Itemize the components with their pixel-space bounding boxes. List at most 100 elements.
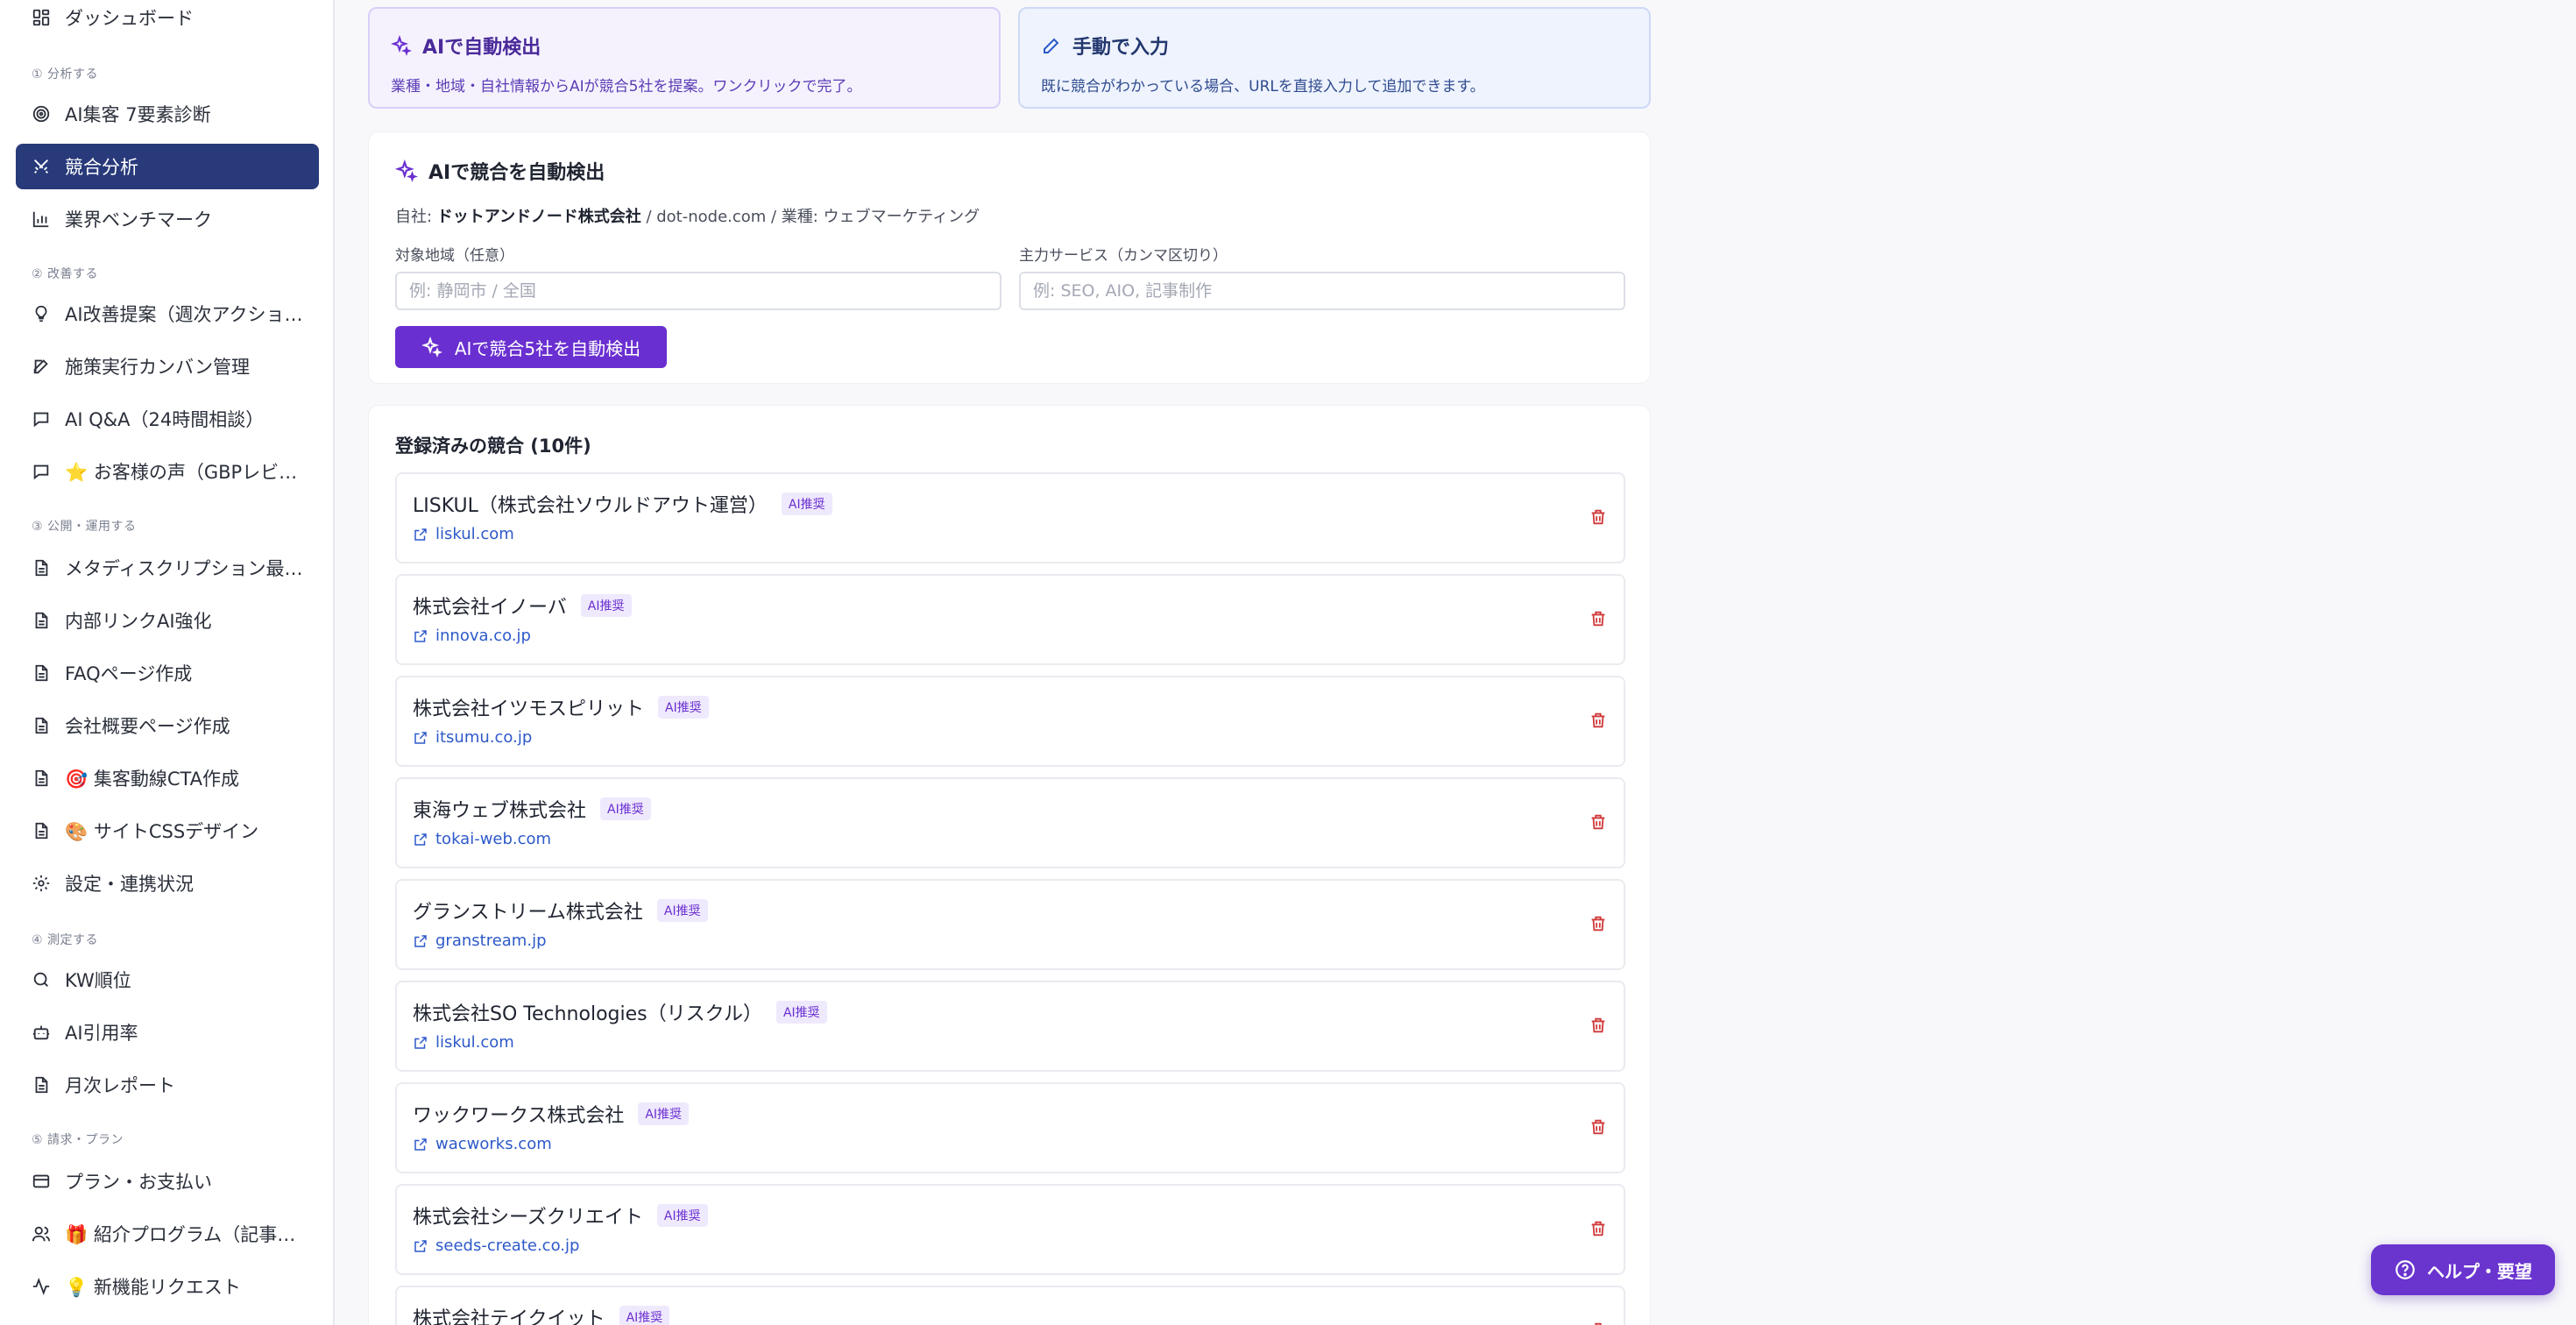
sidebar-item-reviews[interactable]: ⭐ お客様の声（GBPレビュー） xyxy=(16,449,319,494)
delete-button[interactable] xyxy=(1589,1016,1608,1038)
message-icon xyxy=(33,412,49,428)
competitor-name: 株式会社イノーバ xyxy=(413,597,567,619)
competitor-link[interactable]: seeds-create.co.jp xyxy=(413,1236,579,1255)
sidebar-item-company-page[interactable]: 会社概要ページ作成 xyxy=(16,703,319,748)
competitor-name: ワックワークス株式会社 xyxy=(413,1105,625,1127)
competitor-link[interactable]: liskul.com xyxy=(413,1033,514,1052)
pencil-icon xyxy=(1044,38,1059,53)
delete-button[interactable] xyxy=(1589,812,1608,835)
sidebar-item-ai-diagnosis[interactable]: AI集客 7要素診断 xyxy=(16,91,319,137)
sidebar-item-internal-links[interactable]: 内部リンクAI強化 xyxy=(16,598,319,643)
gear-icon xyxy=(32,875,50,892)
lightbulb-icon xyxy=(35,305,47,322)
trash-icon xyxy=(1591,611,1605,627)
ai-recommended-badge: AI推奨 xyxy=(600,797,651,820)
external-link-icon xyxy=(414,528,427,541)
delete-button[interactable] xyxy=(1589,914,1608,937)
sidebar-item-label: AI改善提案（週次アクション） xyxy=(65,304,307,325)
ai-recommended-badge: AI推奨 xyxy=(781,492,832,515)
delete-button[interactable] xyxy=(1589,609,1608,632)
ai-recommended-badge: AI推奨 xyxy=(656,1204,708,1227)
manual-input-option-title: 手動で入力 xyxy=(1072,37,1170,59)
delete-button[interactable] xyxy=(1589,1321,1608,1325)
trash-icon xyxy=(1591,1221,1605,1236)
external-link-icon xyxy=(414,731,427,744)
sidebar-item-ai-citation[interactable]: AI引用率 xyxy=(16,1010,319,1055)
sidebar-item-label: AI集客 7要素診断 xyxy=(65,104,211,125)
competitor-link[interactable]: innova.co.jp xyxy=(413,627,531,645)
competitor-link[interactable]: wacworks.com xyxy=(413,1135,552,1153)
ai-recommended-badge: AI推奨 xyxy=(619,1306,670,1325)
sidebar-item-monthly-report[interactable]: 月次レポート xyxy=(16,1062,319,1108)
help-button[interactable]: ヘルプ・要望 xyxy=(2371,1244,2555,1295)
sidebar-item-faq-page[interactable]: FAQページ作成 xyxy=(16,650,319,696)
competitor-link[interactable]: liskul.com xyxy=(413,525,514,543)
sidebar-item-ai-improvement[interactable]: AI改善提案（週次アクション） xyxy=(16,291,319,337)
competitor-url: wacworks.com xyxy=(435,1135,552,1153)
target-icon xyxy=(32,105,50,123)
auto-detect-option-title: AIで自動検出 xyxy=(422,37,541,59)
sidebar-item-plan[interactable]: プラン・お支払い xyxy=(16,1158,319,1204)
sidebar-item-label: 月次レポート xyxy=(65,1075,175,1096)
help-circle-icon xyxy=(2396,1260,2415,1279)
trash-icon xyxy=(1591,509,1605,525)
sidebar-item-css-design[interactable]: 🎨 サイトCSSデザイン xyxy=(16,808,319,854)
competitor-name: 株式会社テイクイット xyxy=(413,1308,605,1325)
sidebar-item-kw-rank[interactable]: KW順位 xyxy=(16,957,319,1003)
external-link-icon xyxy=(414,1036,427,1049)
meta-details: / dot-node.com / 業種: ウェブマーケティング xyxy=(640,208,980,226)
sidebar-item-dashboard[interactable]: ダッシュボード xyxy=(16,0,319,40)
sidebar-item-referral[interactable]: 🎁 紹介プログラム（記事1本無料） xyxy=(16,1211,319,1257)
region-input[interactable] xyxy=(395,272,1001,310)
competitor-url: tokai-web.com xyxy=(435,830,552,848)
delete-button[interactable] xyxy=(1589,711,1608,733)
sidebar-item-benchmark[interactable]: 業界ベンチマーク xyxy=(16,196,319,242)
trash-icon xyxy=(1591,814,1605,830)
competitor-list-title: 登録済みの競合 (10件) xyxy=(395,436,591,457)
sidebar-item-label: ダッシュボード xyxy=(65,8,194,29)
document-icon xyxy=(35,1076,48,1094)
document-icon xyxy=(35,822,48,840)
sidebar-section-measure: ④ 測定する xyxy=(32,933,99,947)
delete-button[interactable] xyxy=(1589,507,1608,530)
service-input[interactable] xyxy=(1019,272,1625,310)
competitor-link[interactable]: tokai-web.com xyxy=(413,830,551,848)
sidebar-item-ai-qa[interactable]: AI Q&A（24時間相談） xyxy=(16,396,319,442)
auto-detect-button[interactable]: AIで競合5社を自動検出 xyxy=(395,326,667,368)
sidebar-item-feature-request[interactable]: 💡 新機能リクエスト xyxy=(16,1264,319,1309)
sidebar-item-kanban[interactable]: 施策実行カンバン管理 xyxy=(16,344,319,389)
competitor-link[interactable]: itsumu.co.jp xyxy=(413,728,532,747)
sparkles-icon xyxy=(395,159,418,182)
competitor-url: liskul.com xyxy=(435,525,514,543)
auto-detect-option-card[interactable]: AIで自動検出 業種・地域・自社情報からAIが競合5社を提案。ワンクリックで完了… xyxy=(368,7,1001,109)
manual-input-option-desc: 既に競合がわかっている場合、URLを直接入力して追加できます。 xyxy=(1041,78,1485,96)
swords-icon xyxy=(34,159,48,174)
competitor-name-line: 株式会社イノーバ AI推奨 xyxy=(413,592,632,620)
company-meta: 自社: ドットアンドノード株式会社 / dot-node.com / 業種: ウ… xyxy=(395,204,1624,227)
sidebar-item-label: 設定・連携状況 xyxy=(65,874,194,895)
competitor-url: innova.co.jp xyxy=(435,627,531,645)
delete-button[interactable] xyxy=(1589,1219,1608,1242)
ai-recommended-badge: AI推奨 xyxy=(580,594,632,617)
sparkles-icon xyxy=(421,337,442,358)
trash-icon xyxy=(1591,916,1605,932)
sidebar-item-meta-description[interactable]: メタディスクリプション最適化 xyxy=(16,545,319,591)
ai-detect-title: AIで競合を自動検出 xyxy=(428,162,605,184)
ai-recommended-badge: AI推奨 xyxy=(638,1102,690,1125)
competitor-name-line: 東海ウェブ株式会社 AI推奨 xyxy=(413,795,651,823)
region-label: 対象地域（任意） xyxy=(395,247,514,265)
sidebar-item-label: 会社概要ページ作成 xyxy=(65,716,230,737)
competitor-link[interactable]: granstream.jp xyxy=(413,932,547,950)
ai-detect-card: AIで競合を自動検出 自社: ドットアンドノード株式会社 / dot-node.… xyxy=(368,131,1651,384)
sidebar-item-label: 競合分析 xyxy=(65,157,138,178)
sidebar-item-competitor-analysis[interactable]: 競合分析 xyxy=(16,144,319,189)
competitor-row: 株式会社SO Technologies（リスクル） AI推奨 liskul.com xyxy=(395,981,1625,1072)
delete-button[interactable] xyxy=(1589,1117,1608,1140)
sidebar-section-improve: ② 改善する xyxy=(32,267,99,281)
document-icon xyxy=(35,664,48,682)
sidebar-item-settings[interactable]: 設定・連携状況 xyxy=(16,861,319,906)
manual-input-option-card[interactable]: 手動で入力 既に競合がわかっている場合、URLを直接入力して追加できます。 xyxy=(1018,7,1651,109)
competitor-name-line: LISKUL（株式会社ソウルドアウト運営） AI推奨 xyxy=(413,490,832,518)
sidebar-section-publish: ③ 公開・運用する xyxy=(32,520,137,534)
sidebar-item-cta[interactable]: 🎯 集客動線CTA作成 xyxy=(16,755,319,801)
